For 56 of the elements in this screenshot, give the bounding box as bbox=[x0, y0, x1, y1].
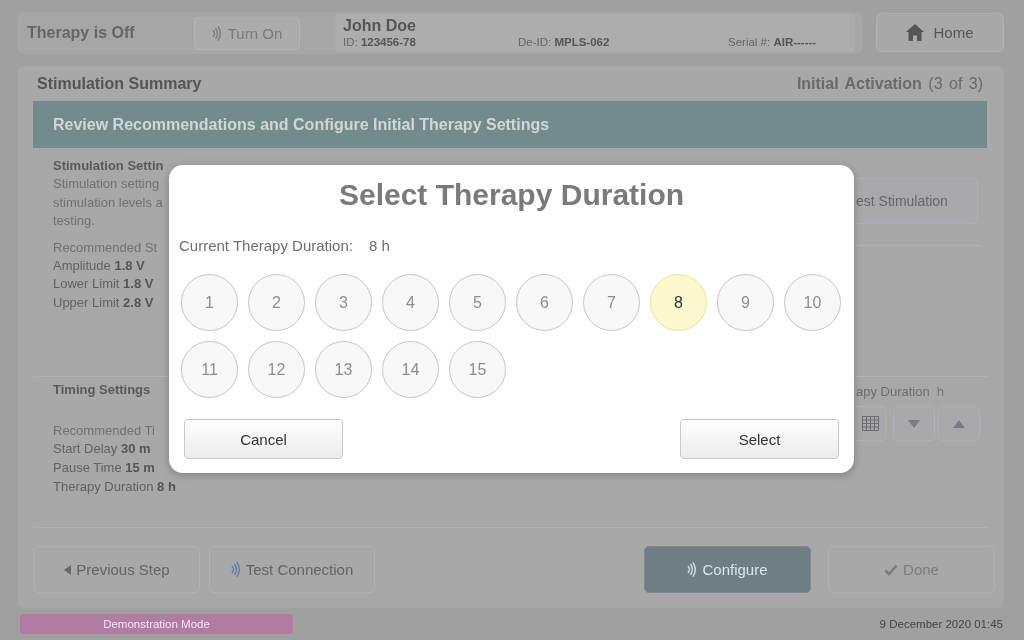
previous-step-button[interactable]: Previous Step bbox=[34, 546, 200, 593]
step-indicator: Initial Activation (3 of 3) bbox=[796, 74, 983, 93]
patient-field: ID: 123456-78 bbox=[343, 35, 518, 50]
setting-value: Therapy Duration 8 h bbox=[53, 477, 176, 496]
duration-option[interactable]: 4 bbox=[382, 274, 439, 331]
wireless-icon bbox=[687, 562, 698, 577]
patient-name: John Doe bbox=[343, 16, 417, 35]
duration-option[interactable]: 13 bbox=[315, 341, 372, 398]
increase-button[interactable] bbox=[938, 406, 980, 441]
wireless-icon bbox=[211, 25, 222, 41]
setting-value: Pause Time 15 m bbox=[53, 458, 155, 477]
duration-option[interactable]: 11 bbox=[181, 341, 238, 398]
duration-option[interactable]: 1 bbox=[181, 274, 238, 331]
duration-label: apy Duration bbox=[856, 383, 930, 401]
duration-option[interactable]: 9 bbox=[717, 274, 774, 331]
keypad-button[interactable] bbox=[856, 406, 886, 441]
wireless-icon bbox=[230, 562, 241, 577]
setting-value: Lower Limit 1.8 V bbox=[53, 275, 154, 294]
duration-option[interactable]: 7 bbox=[583, 274, 640, 331]
duration-option[interactable]: 8 bbox=[650, 274, 707, 331]
duration-option[interactable]: 15 bbox=[449, 341, 506, 398]
setting-value: Start Delay 30 m bbox=[53, 440, 151, 458]
setting-value: Amplitude 1.8 V bbox=[53, 256, 145, 275]
duration-option[interactable]: 5 bbox=[449, 274, 506, 331]
cancel-button[interactable]: Cancel bbox=[184, 419, 343, 459]
patient-field: De-ID: MPLS-062 bbox=[518, 35, 728, 50]
page-title: Stimulation Summary bbox=[37, 74, 202, 93]
check-icon bbox=[884, 563, 899, 576]
demo-mode-banner: Demonstration Mode bbox=[20, 614, 293, 634]
test-connection-button[interactable]: Test Connection bbox=[209, 546, 375, 593]
test-stimulation-button[interactable]: est Stimulation bbox=[856, 178, 978, 224]
home-button[interactable]: Home bbox=[876, 13, 1004, 52]
section-heading: Stimulation Settin bbox=[53, 157, 164, 175]
up-triangle-icon bbox=[953, 419, 965, 428]
date-time-text: 9 December 2020 01:45 bbox=[879, 618, 1003, 630]
duration-option[interactable]: 10 bbox=[784, 274, 841, 331]
select-button[interactable]: Select bbox=[680, 419, 839, 459]
decrease-button[interactable] bbox=[893, 406, 935, 441]
keypad-icon bbox=[862, 416, 879, 431]
left-triangle-icon bbox=[64, 564, 72, 575]
duration-option[interactable]: 14 bbox=[382, 341, 439, 398]
instruction-banner: Review Recommendations and Configure Initial Therapy Settings bbox=[33, 101, 987, 148]
dialog-title: Select Therapy Duration bbox=[337, 177, 686, 213]
setting-value: Upper Limit 2.8 V bbox=[53, 294, 154, 313]
patient-field: Serial #: AIR------ bbox=[728, 35, 847, 50]
down-triangle-icon bbox=[908, 419, 920, 428]
duration-option[interactable]: 12 bbox=[248, 341, 305, 398]
current-duration-value: 8 h bbox=[369, 236, 390, 256]
therapy-status-text: Therapy is Off bbox=[27, 24, 136, 42]
duration-option[interactable]: 2 bbox=[248, 274, 305, 331]
section-heading: Timing Settings bbox=[53, 381, 151, 399]
duration-option[interactable]: 3 bbox=[315, 274, 372, 331]
duration-option[interactable]: 6 bbox=[516, 274, 573, 331]
home-icon bbox=[906, 24, 925, 41]
configure-button[interactable]: Configure bbox=[644, 546, 811, 593]
current-duration-label: Current Therapy Duration: bbox=[179, 236, 353, 256]
